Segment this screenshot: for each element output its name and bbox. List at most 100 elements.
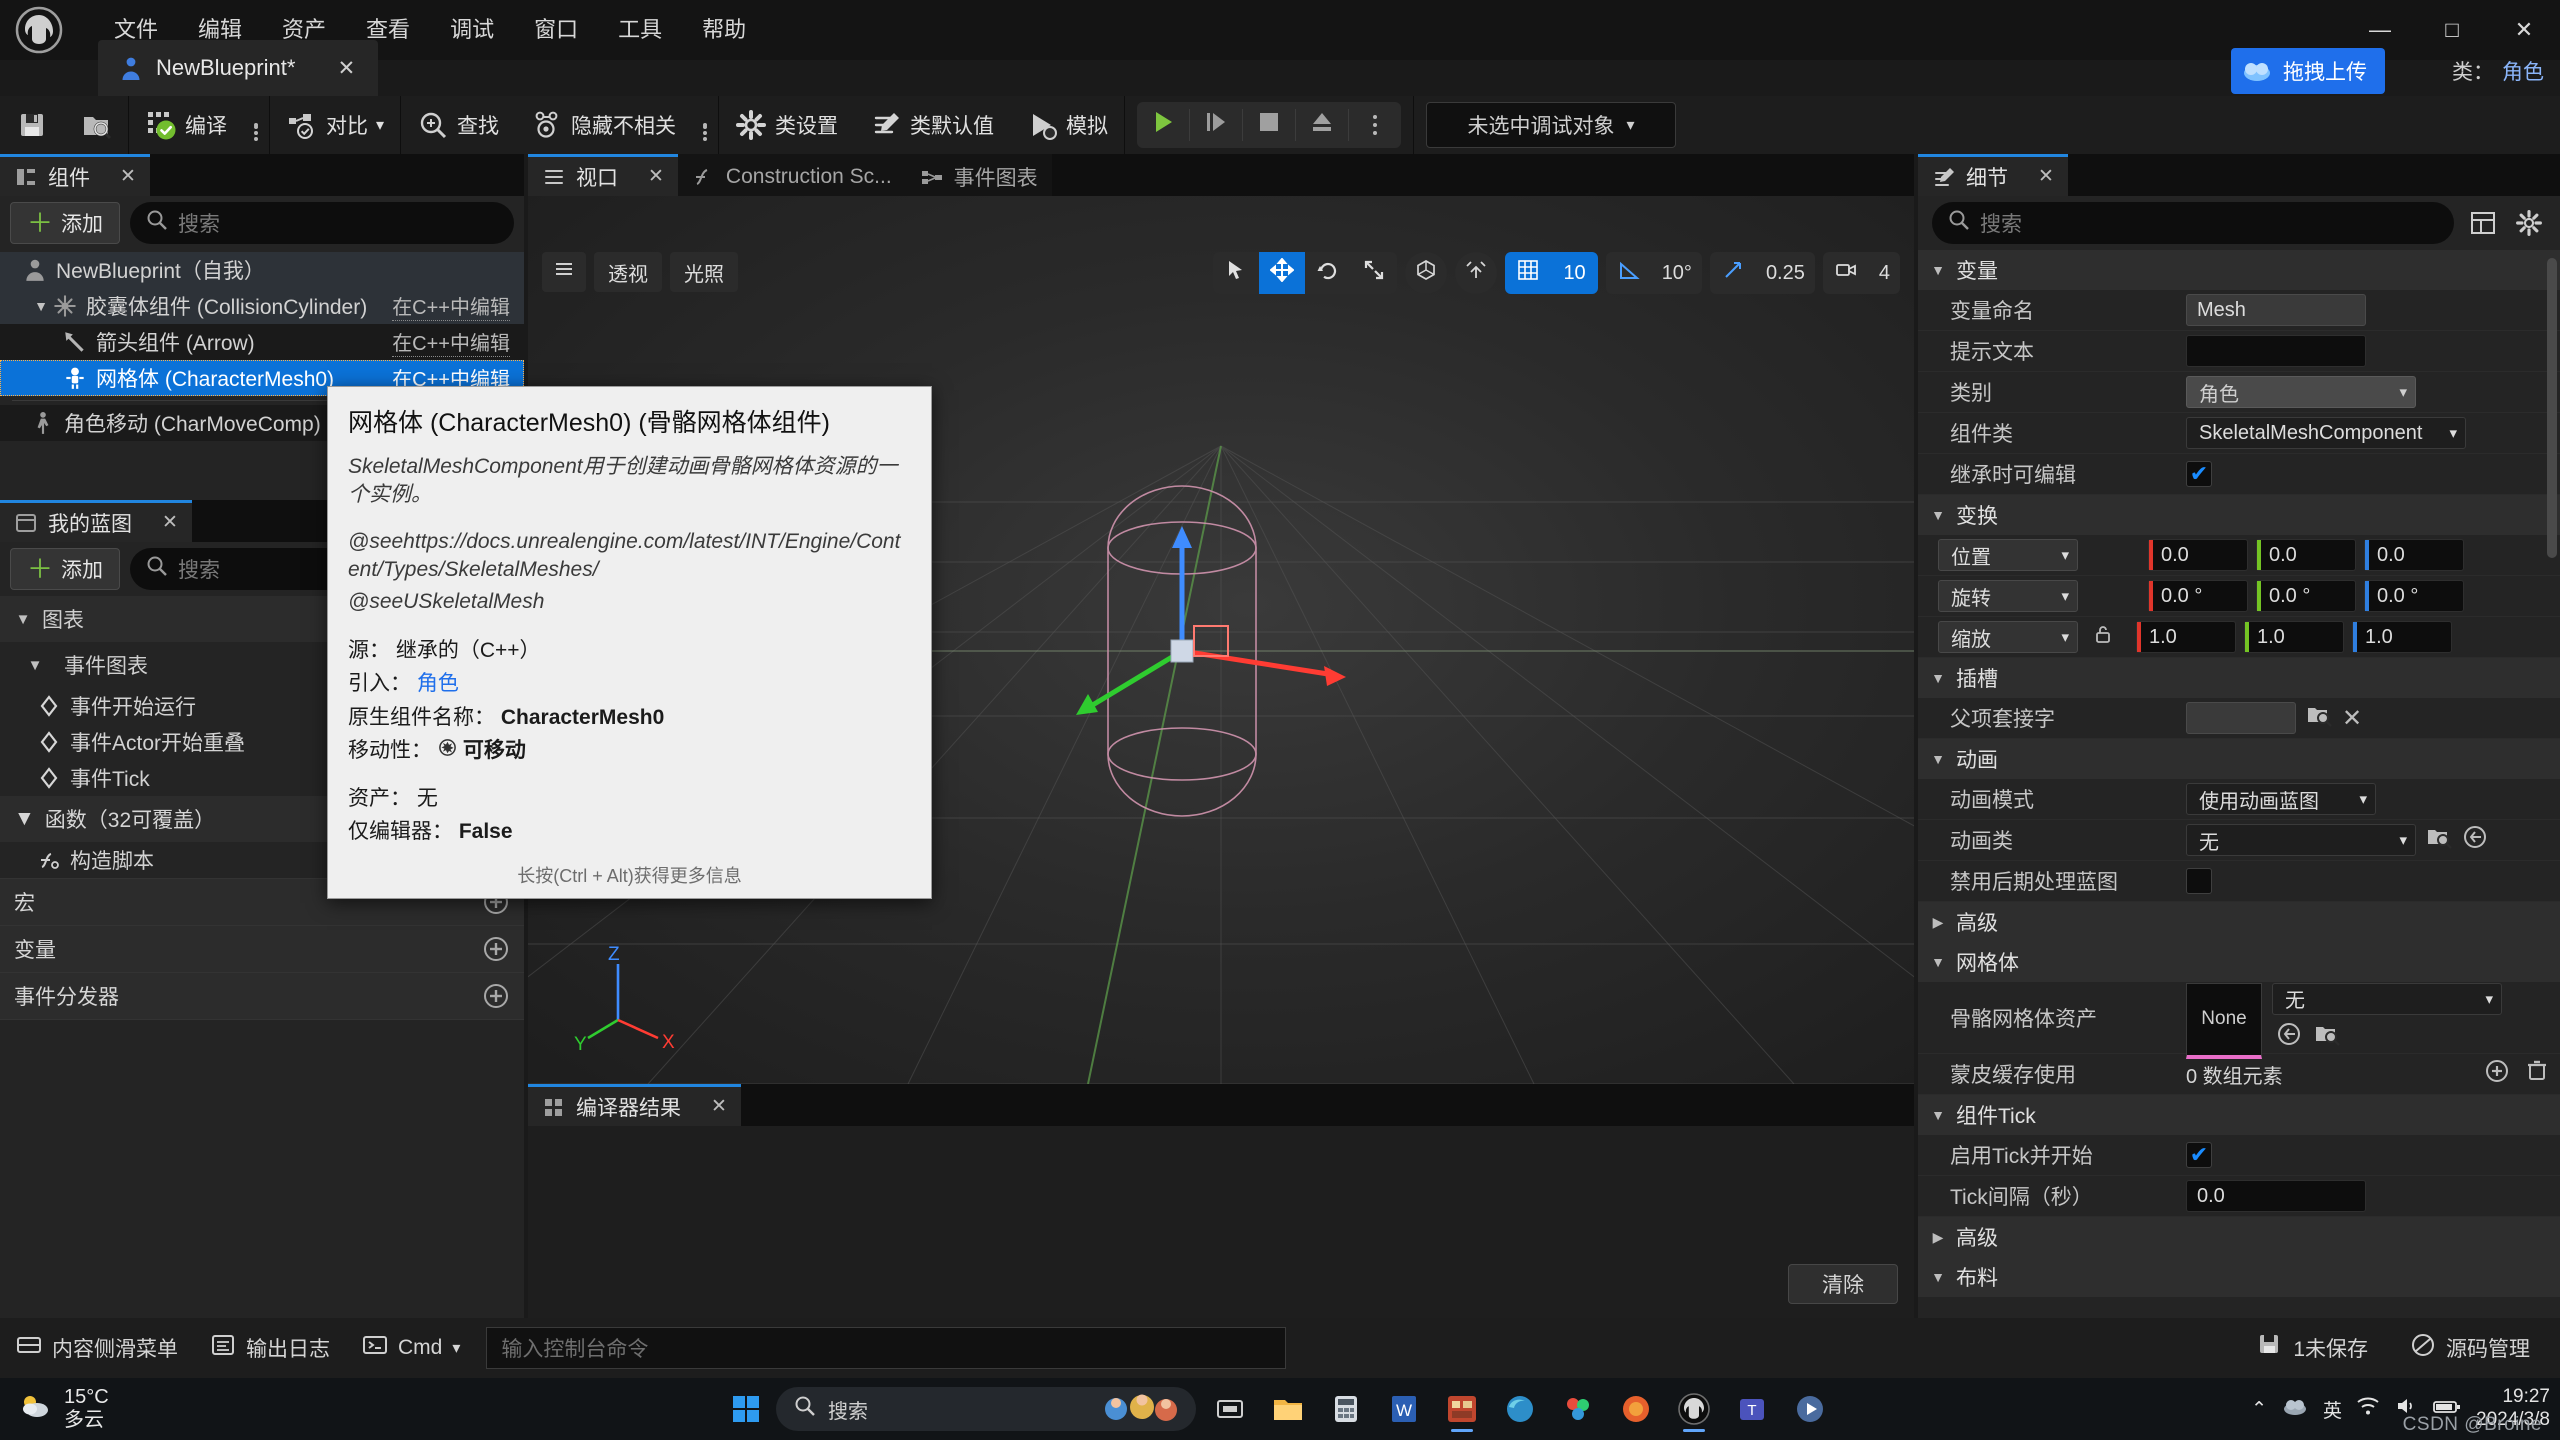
document-tab-newblueprint[interactable]: NewBlueprint* ✕ (98, 40, 378, 96)
console-command-input[interactable]: 输入控制台命令 (486, 1327, 1287, 1369)
viewport-menu-button[interactable] (542, 252, 586, 292)
language-indicator[interactable]: 英 (2323, 1396, 2342, 1423)
tree-item-arrow[interactable]: 箭头组件 (Arrow) 在C++中编辑 (0, 324, 524, 360)
details-category-socket[interactable]: ▼ 插槽 (1918, 658, 2560, 698)
world-coordinate-button[interactable] (1405, 252, 1448, 294)
play-button[interactable] (1137, 102, 1189, 148)
location-dropdown[interactable]: 位置 ▾ (1938, 539, 2078, 571)
drag-upload-button[interactable]: 拖拽上传 (2231, 48, 2385, 94)
edge-icon[interactable] (1496, 1385, 1544, 1433)
taskbar-search-input[interactable]: 搜索 (776, 1387, 1196, 1431)
calculator-icon[interactable] (1322, 1385, 1370, 1433)
surface-snap-button[interactable] (1455, 252, 1498, 294)
gear-icon[interactable] (2512, 206, 2546, 240)
location-z-input[interactable]: 0.0 (2364, 539, 2464, 571)
location-x-input[interactable]: 0.0 (2148, 539, 2248, 571)
variable-name-input[interactable]: Mesh (2186, 294, 2366, 326)
details-search-input[interactable]: 搜索 (1932, 202, 2454, 244)
browse-content-button[interactable] (64, 96, 128, 154)
scale-y-input[interactable]: 1.0 (2244, 621, 2344, 653)
angle-snap-toggle[interactable] (1606, 252, 1652, 294)
scale-tool-button[interactable] (1351, 252, 1397, 294)
file-explorer-icon[interactable] (1264, 1385, 1312, 1433)
editable-when-inherited-checkbox[interactable] (2186, 461, 2212, 487)
location-y-input[interactable]: 0.0 (2256, 539, 2356, 571)
hide-unrelated-button[interactable]: 隐藏不相关 (515, 96, 692, 154)
output-log-button[interactable]: 输出日志 (194, 1318, 346, 1378)
tab-components-close-icon[interactable]: ✕ (120, 165, 136, 188)
diff-button[interactable]: 对比 ▾ (270, 96, 400, 154)
add-variable-button[interactable] (482, 935, 510, 963)
unreal-engine-icon[interactable] (1670, 1385, 1718, 1433)
tooltip-row-value[interactable]: 角色 (417, 672, 459, 695)
find-button[interactable]: 查找 (401, 96, 515, 154)
scale-lock-icon[interactable] (2092, 623, 2114, 651)
weather-widget[interactable]: 15°C 多云 (0, 1386, 109, 1432)
compile-options-button[interactable] (243, 96, 269, 154)
eject-button[interactable] (1296, 102, 1348, 148)
stop-button[interactable] (1243, 102, 1295, 148)
tab-event-graph[interactable]: 事件图表 (905, 154, 1052, 196)
edit-in-cpp-link[interactable]: 在C++中编辑 (392, 291, 510, 321)
details-category-cloth[interactable]: ▼ 布料 (1918, 1257, 2560, 1297)
details-category-transform[interactable]: ▼ 变换 (1918, 495, 2560, 535)
disable-postprocess-checkbox[interactable] (2186, 868, 2212, 894)
select-tool-button[interactable] (1213, 252, 1259, 294)
simulate-button[interactable]: 模拟 (1010, 96, 1124, 154)
compile-button[interactable]: 编译 (129, 96, 243, 154)
category-dropdown[interactable]: 角色 ▾ (2186, 376, 2416, 408)
rotation-z-input[interactable]: 0.0 ° (2364, 580, 2464, 612)
details-category-advanced-anim[interactable]: ▶ 高级 (1918, 902, 2560, 942)
details-scrollbar[interactable] (2547, 258, 2557, 558)
bp-category-event-dispatchers[interactable]: 事件分发器 (0, 973, 524, 1019)
browse-asset-icon[interactable] (2306, 702, 2332, 734)
clear-socket-icon[interactable]: ✕ (2342, 704, 2362, 733)
details-category-advanced-tick[interactable]: ▶ 高级 (1918, 1217, 2560, 1257)
grid-snap-value[interactable]: 10 (1551, 252, 1597, 294)
step-button[interactable] (1190, 102, 1242, 148)
cmd-button[interactable]: Cmd ▾ (346, 1318, 476, 1378)
reset-to-default-icon[interactable] (2276, 1021, 2302, 1053)
tab-details-close-icon[interactable]: ✕ (2038, 165, 2054, 188)
tab-viewport[interactable]: 视口 ✕ (528, 154, 678, 196)
media-player-icon[interactable] (1786, 1385, 1834, 1433)
viewport-perspective-button[interactable]: 透视 (594, 252, 662, 292)
edit-in-cpp-link[interactable]: 在C++中编辑 (392, 327, 510, 357)
tab-my-blueprint-close-icon[interactable]: ✕ (162, 511, 178, 534)
components-add-button[interactable]: ＋ 添加 (10, 202, 121, 244)
add-array-element-icon[interactable] (2484, 1058, 2510, 1090)
details-category-variable[interactable]: ▼ 变量 (1918, 250, 2560, 290)
reset-to-default-icon[interactable] (2462, 824, 2488, 856)
unsaved-button[interactable]: 1未保存 (2241, 1318, 2384, 1378)
scale-z-input[interactable]: 1.0 (2352, 621, 2452, 653)
animation-class-dropdown[interactable]: 无 ▾ (2186, 824, 2416, 856)
play-options-button[interactable] (1349, 102, 1401, 148)
parent-socket-input[interactable] (2186, 702, 2296, 734)
scale-snap-value[interactable]: 0.25 (1756, 252, 1815, 294)
tooltip-text-input[interactable] (2186, 335, 2366, 367)
hide-unrelated-options-button[interactable] (692, 96, 718, 154)
wifi-icon[interactable] (2356, 1394, 2380, 1424)
delete-array-icon[interactable] (2524, 1058, 2550, 1090)
save-button[interactable] (0, 96, 64, 154)
my-blueprint-add-button[interactable]: ＋ 添加 (10, 548, 121, 590)
tab-compiler-results[interactable]: 编译器结果 ✕ (528, 1084, 741, 1126)
word-icon[interactable]: W (1380, 1385, 1428, 1433)
column-layout-icon[interactable] (2466, 206, 2500, 240)
camera-speed-value[interactable]: 4 (1869, 252, 1900, 294)
tab-my-blueprint[interactable]: 我的蓝图 ✕ (0, 500, 192, 542)
rotation-y-input[interactable]: 0.0 ° (2256, 580, 2356, 612)
grid-snap-toggle[interactable] (1505, 252, 1551, 294)
rotate-tool-button[interactable] (1305, 252, 1351, 294)
scale-snap-toggle[interactable] (1710, 252, 1756, 294)
document-tab-close-icon[interactable]: ✕ (333, 56, 359, 81)
move-tool-button[interactable] (1259, 252, 1306, 294)
task-view-icon[interactable] (1206, 1385, 1254, 1433)
show-hidden-icons-icon[interactable]: ⌃ (2251, 1398, 2267, 1421)
browse-asset-icon[interactable] (2426, 824, 2452, 856)
teams-icon[interactable]: T (1728, 1385, 1776, 1433)
compiler-results-clear-button[interactable]: 清除 (1788, 1264, 1898, 1304)
debug-object-selector[interactable]: 未选中调试对象 ▾ (1426, 102, 1677, 148)
tab-components[interactable]: 组件 ✕ (0, 154, 150, 196)
component-class-dropdown[interactable]: SkeletalMeshComponent ▾ (2186, 417, 2466, 449)
